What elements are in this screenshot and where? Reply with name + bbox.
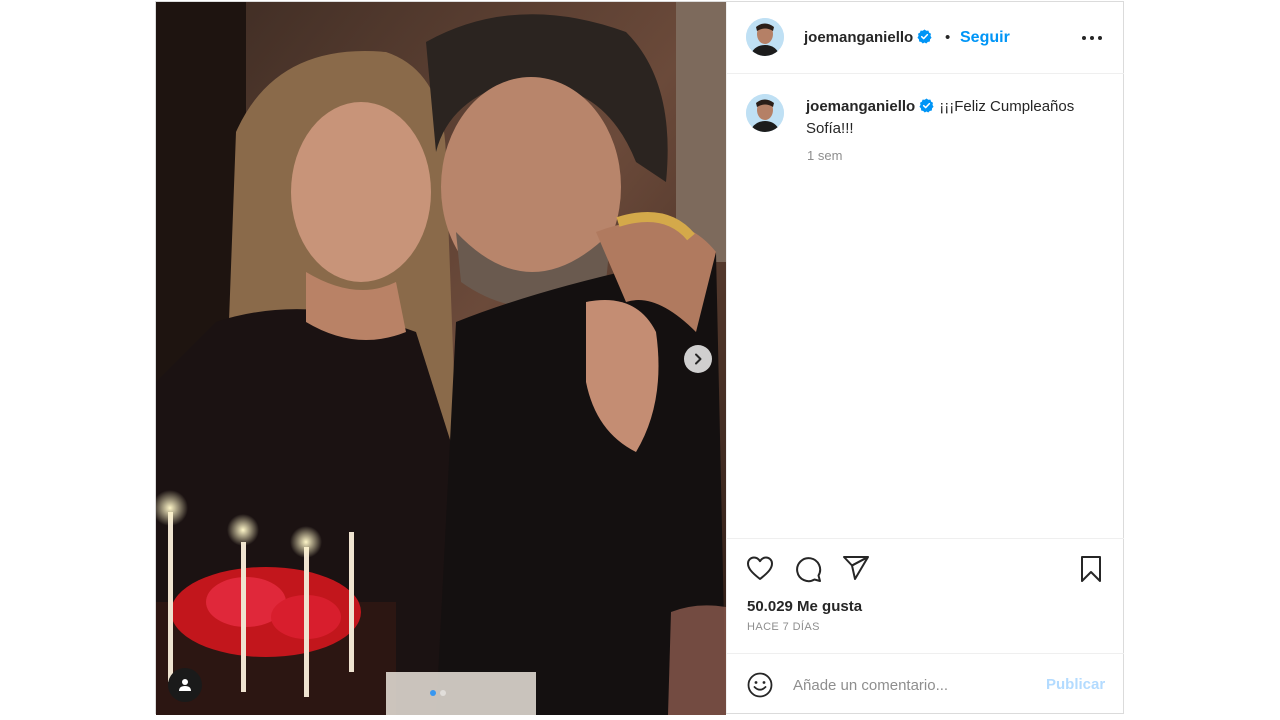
post-date[interactable]: HACE 7 DÍAS [747,621,820,633]
share-button[interactable] [842,555,870,586]
save-button[interactable] [1079,555,1103,588]
profile-picture [746,18,784,56]
user-icon [179,679,191,691]
carousel-next-button[interactable] [684,345,712,373]
bookmark-icon [1081,556,1101,582]
tagged-users-button[interactable] [168,668,202,702]
chevron-right-icon [695,353,702,365]
post-media[interactable] [156,2,726,715]
carousel-dot [440,690,446,696]
post-photo [156,2,726,715]
post-author[interactable]: joemanganiello [804,29,932,47]
caption-avatar[interactable] [746,94,784,132]
comment-input[interactable] [793,672,1033,698]
publish-button[interactable]: Publicar [1046,676,1105,693]
follow-button[interactable]: Seguir [960,29,1010,47]
carousel-dot-active [430,690,436,696]
heart-icon [747,556,773,580]
caption-username[interactable]: joemanganiello [806,98,915,115]
caption: joemanganiello ¡¡¡Feliz Cumpleaños Sofía… [806,96,1106,140]
likes-count[interactable]: 50.029 Me gusta [747,598,862,615]
comment-button[interactable] [794,555,822,588]
post-header: joemanganiello • Seguir [727,2,1124,74]
post-actions: 50.029 Me gusta HACE 7 DÍAS [727,538,1124,650]
post-side-panel: joemanganiello • Seguir joemanganiello ¡… [726,2,1124,713]
more-horizontal-icon [1082,36,1102,40]
emoji-icon [747,672,773,698]
avatar[interactable] [746,18,784,56]
comment-icon [796,557,822,583]
caption-timestamp[interactable]: 1 sem [807,148,842,163]
more-options-button[interactable] [1081,28,1103,53]
profile-picture [746,94,784,132]
emoji-button[interactable] [747,672,773,703]
separator-dot: • [945,29,951,46]
send-icon [843,556,869,580]
add-comment-bar: Publicar [727,653,1124,715]
instagram-post: joemanganiello • Seguir joemanganiello ¡… [155,1,1124,715]
verified-badge-icon [919,98,934,113]
like-button[interactable] [746,555,774,586]
username[interactable]: joemanganiello [804,29,913,46]
carousel-indicator [430,690,446,696]
verified-badge-icon [917,29,932,44]
